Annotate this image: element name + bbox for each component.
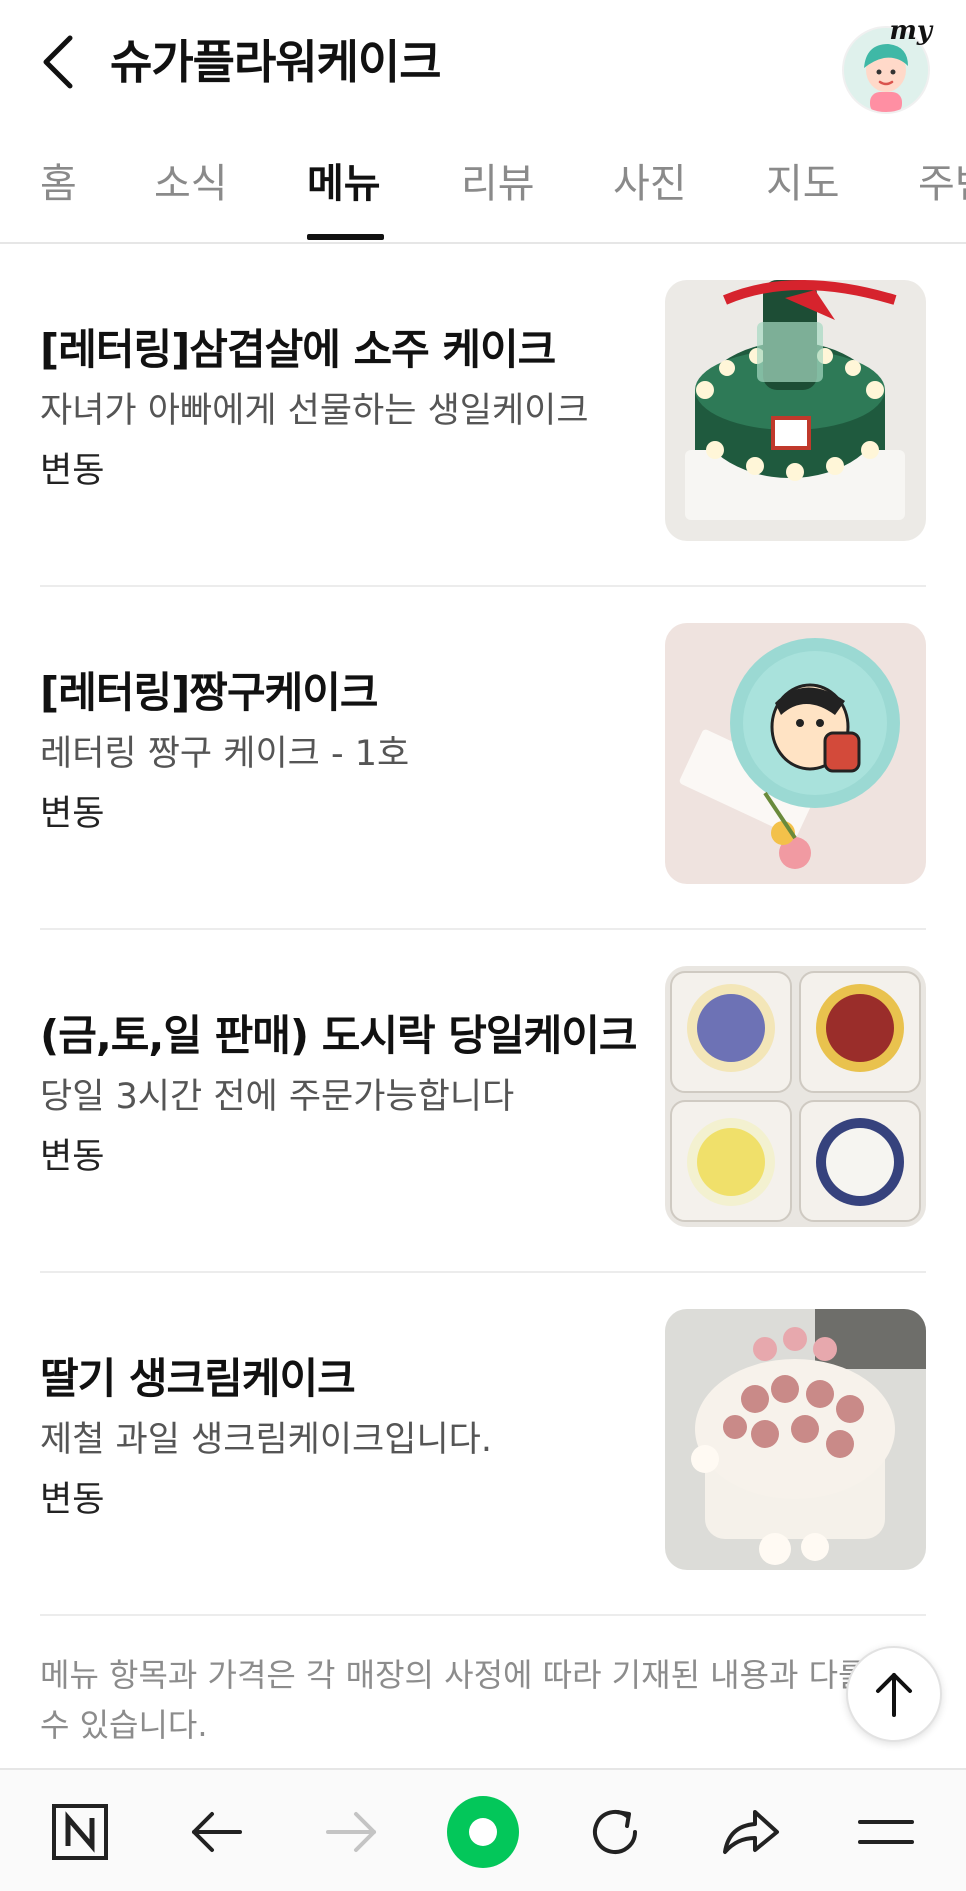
naver-n-icon — [52, 1804, 108, 1860]
browser-back-button[interactable] — [176, 1792, 256, 1872]
chevron-left-icon — [43, 35, 73, 89]
app-header: 슈가플라워케이크 my — [0, 0, 966, 120]
divider — [40, 1614, 926, 1616]
browser-forward-button[interactable] — [312, 1792, 392, 1872]
menu-item[interactable]: [레터링]짱구케이크 레터링 짱구 케이크 - 1호 변동 — [40, 587, 926, 930]
arrow-up-icon — [876, 1673, 912, 1717]
tab-nearby[interactable]: 주변 — [918, 154, 966, 214]
menu-item-price: 변동 — [40, 794, 105, 834]
green-home-button[interactable] — [443, 1792, 523, 1872]
my-label: my — [889, 16, 932, 46]
menu-button[interactable] — [846, 1792, 926, 1872]
menu-item-price: 변동 — [40, 1137, 105, 1177]
menu-item-price: 변동 — [40, 1480, 105, 1520]
menu-item-description: 레터링 짱구 케이크 - 1호 — [40, 734, 410, 774]
tab-map[interactable]: 지도 — [766, 154, 840, 214]
menu-item[interactable]: (금,토,일 판매) 도시락 당일케이크 당일 3시간 전에 주문가능합니다 변… — [40, 930, 926, 1273]
menu-item-description: 자녀가 아빠에게 선물하는 생일케이크 — [40, 391, 589, 431]
green-home-icon — [447, 1796, 519, 1868]
menu-item-description: 당일 3시간 전에 주문가능합니다 — [40, 1077, 515, 1117]
back-button[interactable] — [28, 22, 88, 102]
menu-item-price: 변동 — [40, 451, 105, 491]
menu-item-description: 제철 과일 생크림케이크입니다. — [40, 1420, 492, 1460]
menu-item-photo[interactable] — [665, 1309, 926, 1570]
share-button[interactable] — [711, 1792, 791, 1872]
menu-item[interactable]: 딸기 생크림케이크 제철 과일 생크림케이크입니다. 변동 — [40, 1273, 926, 1616]
menu-item-name: (금,토,일 판매) 도시락 당일케이크 — [40, 1011, 637, 1060]
active-tab-indicator — [307, 234, 384, 240]
refresh-icon — [593, 1810, 637, 1854]
naver-home-button[interactable] — [40, 1792, 120, 1872]
my-profile-button[interactable]: my — [838, 16, 932, 114]
menu-item-name: 딸기 생크림케이크 — [40, 1354, 356, 1403]
back-arrow-icon — [192, 1812, 242, 1852]
menu-item-photo[interactable] — [665, 623, 926, 884]
menu-item-photo[interactable] — [665, 280, 926, 541]
tab-bar: 홈 소식 메뉴 리뷰 사진 지도 주변 — [0, 140, 966, 244]
scroll-to-top-button[interactable] — [846, 1646, 942, 1742]
tab-review[interactable]: 리뷰 — [461, 154, 535, 214]
page-title: 슈가플라워케이크 — [110, 35, 442, 89]
menu-item-photo[interactable] — [665, 966, 926, 1227]
share-icon — [723, 1810, 779, 1854]
menu-icon — [858, 1820, 914, 1844]
menu-notice: 메뉴 항목과 가격은 각 매장의 사정에 따라 기재된 내용과 다를 수 있습니… — [40, 1656, 868, 1744]
browser-toolbar — [0, 1768, 966, 1891]
menu-item[interactable]: [레터링]삼겹살에 소주 케이크 자녀가 아빠에게 선물하는 생일케이크 변동 — [40, 244, 926, 587]
menu-item-name: [레터링]짱구케이크 — [40, 668, 379, 717]
tab-menu[interactable]: 메뉴 — [307, 154, 381, 214]
tab-news[interactable]: 소식 — [154, 154, 228, 214]
refresh-button[interactable] — [575, 1792, 655, 1872]
menu-item-name: [레터링]삼겹살에 소주 케이크 — [40, 325, 556, 374]
forward-arrow-icon — [326, 1812, 376, 1852]
tab-home[interactable]: 홈 — [40, 154, 77, 214]
tab-photo[interactable]: 사진 — [613, 154, 687, 214]
